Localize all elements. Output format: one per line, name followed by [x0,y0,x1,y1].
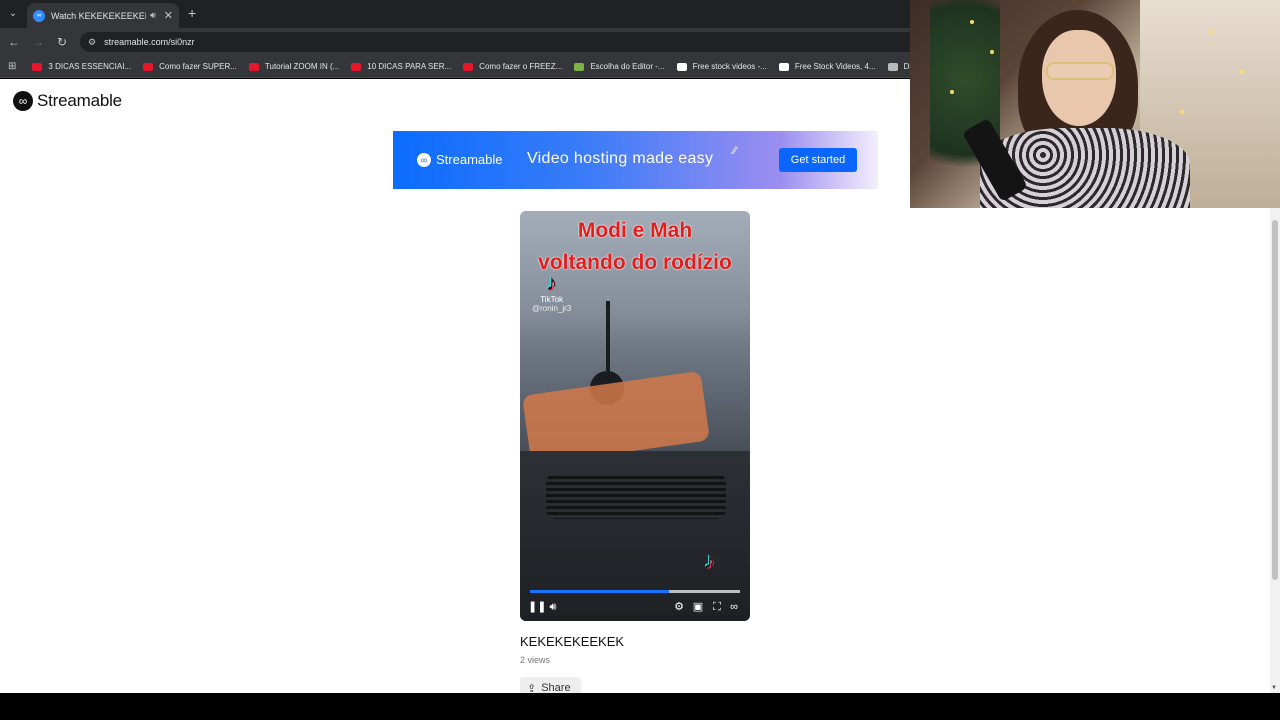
bookmark-item[interactable]: Free stock videos -... [676,62,767,71]
streamable-favicon-icon: ∞ [33,9,45,22]
bookmark-item[interactable]: 3 DICAS ESSENCIAI... [32,62,131,71]
bookmark-favicon-icon [778,62,789,71]
share-button[interactable]: ⇪ Share [520,677,581,693]
bookmark-label: 10 DICAS PARA SER... [367,62,452,71]
bookmark-favicon-icon [32,62,43,71]
bookmark-label: Free stock videos -... [692,62,767,71]
view-count: 2 views [520,655,551,665]
webcam-overlay [910,0,1280,208]
bookmark-item[interactable]: Tutorial ZOOM IN (... [248,62,340,71]
logo-text: Streamable [37,91,122,110]
settings-gear-icon[interactable]: ⚙︎ [672,599,686,615]
tab-title: Watch KEKEKEKEEKEK | Stre [51,10,147,21]
back-arrow-icon[interactable]: ← [6,34,22,50]
apps-grid-icon[interactable]: ⊞ [8,61,16,72]
sparkle-icon: ⁄⁄ [733,145,737,157]
address-bar[interactable]: ⚙︎ streamable.com/si0nzr [80,32,930,52]
tiktok-watermark: ♪ TikTok @ronin_jr3 [532,270,572,314]
banner-logo-text: Streamable [436,152,503,167]
bookmark-item[interactable]: Como fazer SUPER... [143,62,237,71]
new-tab-button[interactable]: + [188,5,196,21]
reload-icon[interactable]: ↻ [54,34,70,50]
streamable-player-icon[interactable]: ∞ [727,599,741,615]
tiktok-brand: TikTok [540,295,564,304]
bookmark-label: Escolha do Editor -... [590,62,665,71]
video-caption-line1: Modi e Mah [577,219,693,242]
bookmark-label: Como fazer o FREEZ... [479,62,563,71]
ad-banner[interactable]: ∞ Streamable Video hosting made easy ⁄⁄ … [393,131,878,189]
streamable-logo-icon: ∞ [13,91,33,111]
scroll-down-arrow-icon[interactable]: ▼ [1271,685,1277,691]
bookmark-item[interactable]: 10 DICAS PARA SER... [351,62,451,71]
bookmark-favicon-icon [676,62,687,71]
scrollbar-thumb[interactable] [1272,220,1278,580]
video-controls: ❚❚ 🔊︎ ⚙︎ ▣ ⛶ ∞ [520,599,750,619]
video-frame-cable [606,301,610,381]
streamable-logo[interactable]: ∞ Streamable [13,91,122,111]
tiktok-handle: @ronin_jr3 [532,304,572,313]
bookmark-favicon-icon [351,62,362,71]
video-progress-fill [530,590,669,593]
tiktok-icon: ♪ [546,270,558,295]
url-text: streamable.com/si0nzr [104,37,195,47]
bookmark-favicon-icon [463,62,474,71]
video-title: KEKEKEKEEKEK [520,634,625,649]
video-progress-bar[interactable] [530,590,740,593]
bookmark-favicon-icon [248,62,259,71]
webcam-person-glasses [1046,62,1114,80]
volume-icon[interactable]: 🔊︎ [546,599,560,615]
forward-arrow-icon[interactable]: → [30,34,46,50]
banner-tagline: Video hosting made easy [527,150,714,167]
picture-in-picture-icon[interactable]: ▣ [691,599,705,615]
pause-icon[interactable]: ❚❚ [528,599,546,615]
banner-streamable-icon: ∞ [417,152,431,167]
tiktok-watermark-corner: ♪ [704,549,715,573]
bookmark-favicon-icon [887,62,898,71]
bottom-black-bar [0,693,1280,720]
bookmark-favicon-icon [574,62,585,71]
bookmark-label: Free Stock Videos, 4... [794,62,876,71]
page-scrollbar[interactable]: ▼ [1270,208,1280,693]
tiktok-corner-icon: ♪ [704,548,715,573]
share-icon: ⇪ [527,682,537,694]
video-frame-vents [546,473,726,519]
site-settings-icon[interactable]: ⚙︎ [88,37,96,48]
speaker-icon[interactable]: 🔊︎ [150,10,156,21]
banner-logo: ∞ Streamable [417,152,502,167]
bookmark-label: 3 DICAS ESSENCIAI... [48,62,132,71]
close-tab-icon[interactable]: ✕ [164,9,173,22]
share-label: Share [541,682,571,693]
bookmark-item[interactable]: Escolha do Editor -... [574,62,665,71]
fullscreen-icon[interactable]: ⛶ [710,599,724,615]
bookmark-favicon-icon [143,62,154,71]
tab-search-chevron-icon[interactable]: ⌄ [4,5,22,23]
get-started-button[interactable]: Get started [779,148,857,172]
bookmark-label: Como fazer SUPER... [159,62,237,71]
bookmark-item[interactable]: Free Stock Videos, 4... [778,62,876,71]
bookmark-item[interactable]: Como fazer o FREEZ... [463,62,562,71]
bookmark-label: Tutorial ZOOM IN (... [264,62,340,71]
browser-tab-active[interactable]: ∞ Watch KEKEKEKEEKEK | Stre 🔊︎ ✕ [27,3,179,28]
video-player[interactable]: Modi e Mah voltando do rodízio ♪ TikTok … [520,211,750,621]
